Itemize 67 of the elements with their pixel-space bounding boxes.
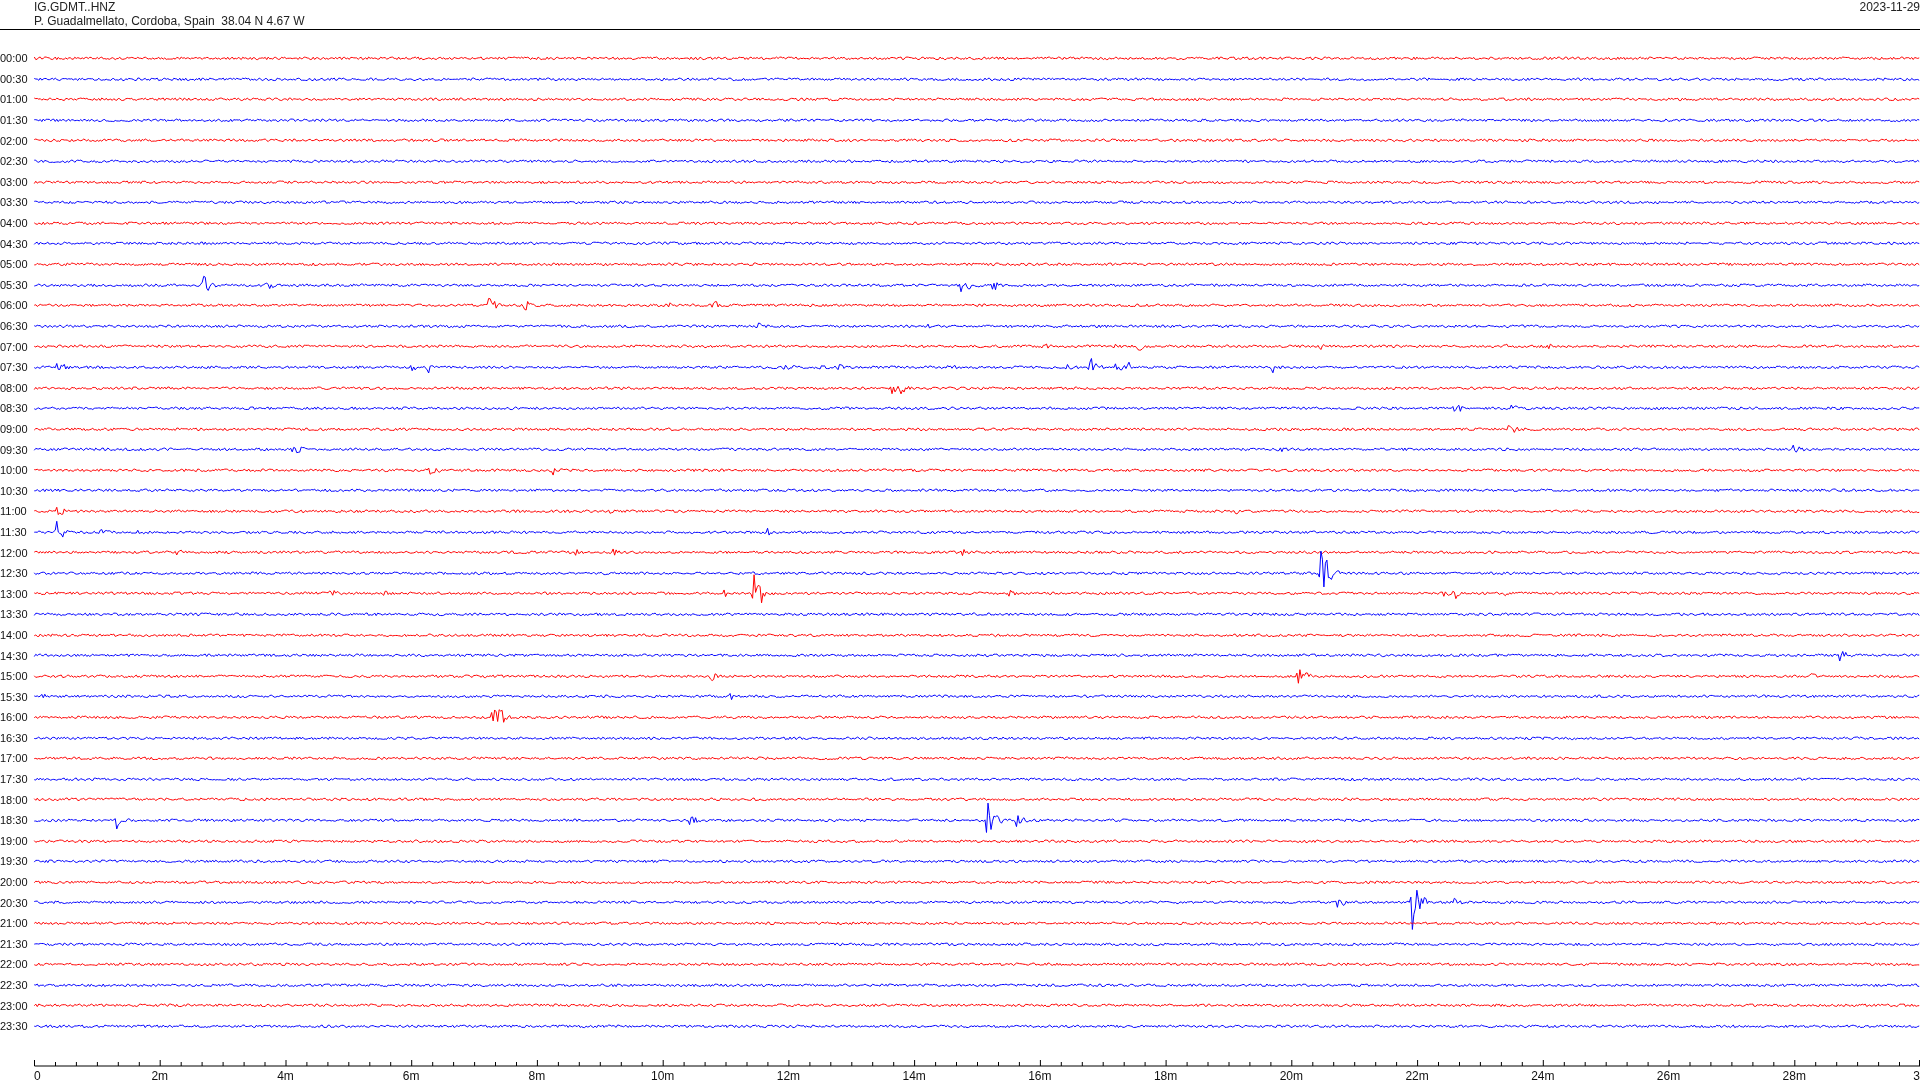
tick-label: 14m xyxy=(902,1068,926,1080)
time-label: 04:00 xyxy=(0,217,28,230)
time-label: 18:30 xyxy=(0,814,28,827)
time-label: 02:30 xyxy=(0,155,28,168)
time-label: 09:30 xyxy=(0,443,28,456)
time-label: 00:00 xyxy=(0,52,28,65)
time-label: 19:30 xyxy=(0,855,28,868)
tick-label: 0 xyxy=(34,1068,41,1080)
time-label: 22:00 xyxy=(0,958,28,971)
station-code: IG.GDMT..HNZ xyxy=(34,0,117,14)
time-label: 23:00 xyxy=(0,999,28,1012)
time-label: 03:30 xyxy=(0,196,28,209)
time-label: 02:00 xyxy=(0,134,28,147)
tick-label: 22m xyxy=(1405,1068,1429,1080)
time-label: 14:30 xyxy=(0,649,28,662)
time-label: 18:00 xyxy=(0,793,28,806)
time-label: 03:00 xyxy=(0,175,28,188)
time-label: 21:30 xyxy=(0,937,28,950)
tick-label: 4m xyxy=(277,1068,294,1080)
time-label: 13:00 xyxy=(0,587,28,600)
time-label: 20:30 xyxy=(0,896,28,909)
time-label: 21:00 xyxy=(0,917,28,930)
time-label: 10:00 xyxy=(0,464,28,477)
time-label: 15:00 xyxy=(0,670,28,683)
time-label: 07:00 xyxy=(0,340,28,353)
tick-label: 26m xyxy=(1656,1068,1681,1080)
time-label: 08:30 xyxy=(0,402,28,415)
time-label: 00:30 xyxy=(0,72,28,85)
time-label: 15:30 xyxy=(0,690,28,703)
tick-label: 20m xyxy=(1279,1068,1303,1080)
time-label: 17:00 xyxy=(0,752,28,765)
time-label: 20:00 xyxy=(0,876,28,889)
time-label: 10:30 xyxy=(0,484,28,497)
time-label: 16:00 xyxy=(0,711,28,724)
time-label: 04:30 xyxy=(0,237,28,250)
time-label: 11:00 xyxy=(0,505,27,518)
time-label: 12:00 xyxy=(0,546,28,559)
time-label: 05:00 xyxy=(0,258,28,271)
time-label: 06:30 xyxy=(0,320,28,332)
time-label: 19:00 xyxy=(0,834,28,847)
time-label: 08:00 xyxy=(0,381,28,394)
time-label: 01:30 xyxy=(0,114,28,127)
tick-label: 10m xyxy=(651,1068,675,1080)
time-label: 13:30 xyxy=(0,608,28,621)
time-label: 14:00 xyxy=(0,628,28,641)
tick-label: 2m xyxy=(151,1068,169,1080)
time-label: 06:00 xyxy=(0,299,28,312)
time-label: 22:30 xyxy=(0,979,28,991)
time-label: 17:30 xyxy=(0,773,28,786)
date-label: 2023-11-29 xyxy=(1859,0,1920,16)
time-label: 16:30 xyxy=(0,731,28,744)
tick-label: 18m xyxy=(1153,1068,1178,1080)
time-label: 11:30 xyxy=(0,525,27,538)
tick-label: 6m xyxy=(402,1068,420,1080)
time-label: 23:30 xyxy=(0,1020,28,1033)
tick-label: 16m xyxy=(1028,1068,1052,1080)
time-label: 01:00 xyxy=(0,93,28,106)
time-label: 09:00 xyxy=(0,423,28,435)
tick-label: 12m xyxy=(776,1068,801,1080)
tick-label: 8m xyxy=(528,1068,546,1080)
time-label: 12:30 xyxy=(0,567,28,580)
tick-label: 24m xyxy=(1531,1068,1555,1080)
time-label: 05:30 xyxy=(0,278,28,291)
station-location: P. Guadalmellato, Cordoba, Spain 38.04 N 4.67 W xyxy=(34,14,305,28)
tick-label: 3 xyxy=(1913,1068,1920,1080)
time-label: 07:30 xyxy=(0,361,28,374)
tick-label: 28m xyxy=(1782,1068,1806,1080)
